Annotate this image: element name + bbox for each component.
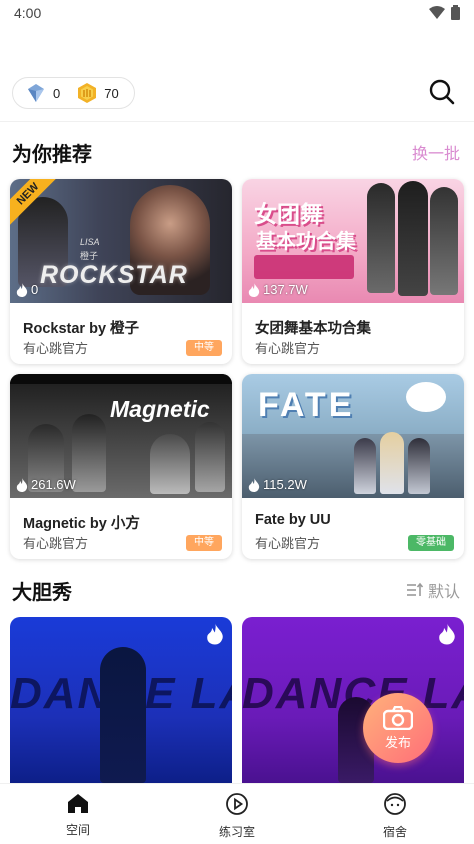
diamond-count: 0 xyxy=(53,85,61,101)
coin-icon xyxy=(78,83,97,103)
speech-bubble xyxy=(406,382,446,412)
search-icon xyxy=(429,79,455,105)
sort-button[interactable]: 默认 xyxy=(406,578,460,602)
show-card[interactable]: DANCE LA xyxy=(10,617,232,783)
level-badge: 中等 xyxy=(186,535,222,551)
play-count: 0 xyxy=(16,282,38,297)
nav-item-space[interactable]: 空间 xyxy=(38,792,118,838)
nav-label: 宿舍 xyxy=(382,825,407,839)
thumb-title-text: Magnetic xyxy=(110,396,210,422)
card-author: 有心跳官方 xyxy=(23,341,89,356)
dancer-figure xyxy=(367,183,395,293)
battery-icon xyxy=(451,5,460,20)
level-badge: 中等 xyxy=(186,340,222,356)
dancer-figure xyxy=(380,432,404,494)
card-title: Rockstar by 橙子 xyxy=(23,321,140,337)
thumb-top-bar xyxy=(10,374,232,384)
card-thumbnail: LISA 橙子 ROCKSTAR NEW 0 xyxy=(10,179,232,303)
coin-count: 70 xyxy=(104,85,119,101)
dancer-figure xyxy=(398,181,428,296)
dancer-figure xyxy=(195,422,225,492)
play-count: 137.7W xyxy=(248,282,308,297)
course-card-rockstar[interactable]: LISA 橙子 ROCKSTAR NEW 0 Rockstar by 橙子 有心… xyxy=(10,179,232,364)
card-title: Fate by UU xyxy=(255,512,331,528)
dancer-figure xyxy=(354,438,376,494)
thumb-title-text: FATE xyxy=(258,386,355,424)
face-icon xyxy=(384,793,406,815)
camera-icon xyxy=(383,705,413,730)
play-count: 261.6W xyxy=(16,477,76,492)
sort-label: 默认 xyxy=(427,584,460,601)
publish-label: 发布 xyxy=(384,734,411,750)
card-author: 有心跳官方 xyxy=(255,536,321,551)
play-count-value: 261.6W xyxy=(31,477,76,492)
play-icon xyxy=(226,793,248,815)
card-title: 女团舞基本功合集 xyxy=(255,321,371,337)
thumb-title-text: 女团舞 xyxy=(254,201,323,227)
level-badge: 零基础 xyxy=(408,535,454,551)
card-title: Magnetic by 小方 xyxy=(23,516,140,532)
play-count-value: 137.7W xyxy=(263,282,308,297)
section-title-show: 大胆秀 xyxy=(12,582,72,604)
sort-icon xyxy=(406,582,424,596)
thumb-info-box xyxy=(254,255,354,279)
dancer-figure xyxy=(408,438,430,494)
publish-button[interactable]: 发布 xyxy=(363,693,433,763)
wifi-icon xyxy=(429,5,445,19)
course-card-fate[interactable]: FATE 115.2W Fate by UU 有心跳官方 零基础 xyxy=(242,374,464,559)
status-bar: 4:00 xyxy=(0,0,474,26)
dancer-figure xyxy=(150,434,190,494)
fire-icon xyxy=(207,623,223,645)
nav-label: 练习室 xyxy=(218,825,255,839)
thumb-subtitle-text: 基本功合集 xyxy=(256,231,356,253)
course-card-girlgroup-basics[interactable]: 女团舞 基本功合集 137.7W 女团舞基本功合集 有心跳官方 xyxy=(242,179,464,364)
dancer-figure xyxy=(72,414,106,492)
card-thumbnail: FATE 115.2W xyxy=(242,374,464,498)
course-card-magnetic[interactable]: Magnetic 261.6W Magnetic by 小方 有心跳官方 中等 xyxy=(10,374,232,559)
dancer-figure xyxy=(430,187,458,295)
section-title-recommend: 为你推荐 xyxy=(12,144,92,166)
show-card[interactable]: DANCE LA xyxy=(242,617,464,783)
bottom-nav: 空间 练习室 宿舍 xyxy=(0,783,474,844)
play-count: 115.2W xyxy=(248,477,307,492)
fire-icon xyxy=(16,477,28,492)
play-count-value: 0 xyxy=(31,282,39,297)
refresh-button[interactable]: 换一批 xyxy=(412,140,460,164)
fire-icon xyxy=(16,282,28,297)
status-time: 4:00 xyxy=(14,5,42,21)
card-author: 有心跳官方 xyxy=(23,536,89,551)
thumb-title-text: ROCKSTAR xyxy=(40,261,188,289)
nav-label: 空间 xyxy=(65,823,90,837)
dancer-figure xyxy=(100,647,146,783)
fire-icon xyxy=(248,477,260,492)
play-count-value: 115.2W xyxy=(263,477,307,492)
currency-pill[interactable]: 0 70 xyxy=(12,77,135,109)
top-bar: 0 70 xyxy=(0,70,474,120)
home-icon xyxy=(68,794,88,813)
nav-item-practice[interactable]: 练习室 xyxy=(197,792,277,840)
status-icons xyxy=(429,5,460,20)
nav-item-dorm[interactable]: 宿舍 xyxy=(355,792,435,840)
fire-icon xyxy=(248,282,260,297)
header-divider xyxy=(0,121,474,122)
thumb-small-text: LISA xyxy=(80,237,100,247)
search-button[interactable] xyxy=(428,78,456,106)
card-author: 有心跳官方 xyxy=(255,341,321,356)
card-thumbnail: Magnetic 261.6W xyxy=(10,374,232,498)
card-thumbnail: 女团舞 基本功合集 137.7W xyxy=(242,179,464,303)
diamond-icon xyxy=(28,84,44,102)
fire-icon xyxy=(439,623,455,645)
